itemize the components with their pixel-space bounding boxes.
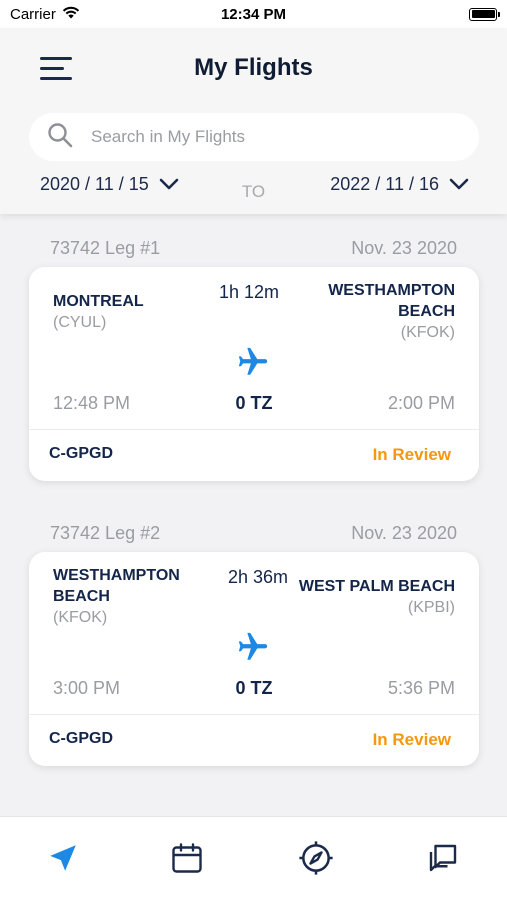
leg-header: 73742 Leg #1 Nov. 23 2020	[50, 238, 457, 262]
card-divider	[29, 714, 479, 715]
origin-code: (CYUL)	[53, 314, 107, 331]
leg-date: Nov. 23 2020	[351, 523, 457, 543]
tab-my-flights[interactable]	[44, 841, 82, 879]
flight-card[interactable]: WESTHAMPTON BEACH (KFOK) 2h 36m WEST PAL…	[29, 552, 479, 766]
tail-number: C-GPGD	[49, 445, 113, 462]
tab-messages[interactable]	[424, 841, 462, 879]
chat-icon	[425, 840, 461, 881]
flight-card[interactable]: MONTREAL (CYUL) 1h 12m WESTHAMPTON BEACH…	[29, 267, 479, 481]
header: My Flights 2020 / 11 / 15 TO 2022 / 11 /…	[0, 28, 507, 214]
status-badge: In Review	[372, 730, 451, 749]
calendar-icon	[169, 840, 205, 881]
search-input[interactable]	[91, 127, 451, 147]
tab-explore[interactable]	[297, 839, 335, 882]
page-title: My Flights	[194, 54, 313, 81]
origin-name: MONTREAL	[53, 293, 144, 310]
flight-duration: 2h 36m	[228, 567, 289, 587]
tail-number: C-GPGD	[49, 730, 113, 747]
leg-header: 73742 Leg #2 Nov. 23 2020	[50, 523, 457, 547]
destination-code: (KFOK)	[400, 324, 455, 341]
navigation-arrow-icon	[46, 841, 80, 880]
airplane-icon	[236, 630, 270, 664]
destination-code: (KPBI)	[407, 599, 455, 616]
tab-bar	[0, 816, 507, 900]
origin-code: (KFOK)	[53, 609, 108, 626]
leg-label: 73742 Leg #1	[50, 238, 161, 258]
search-icon	[47, 122, 73, 153]
flight-duration: 1h 12m	[219, 282, 280, 302]
status-left: Carrier	[10, 6, 80, 23]
search-bar[interactable]	[29, 113, 479, 161]
compass-icon	[297, 839, 335, 882]
origin-name: WESTHAMPTON BEACH	[53, 567, 180, 605]
carrier-label: Carrier	[10, 5, 56, 23]
card-divider	[29, 429, 479, 430]
status-badge: In Review	[372, 445, 451, 464]
arrival-time: 2:00 PM	[387, 393, 455, 413]
chevron-down-icon	[449, 174, 469, 195]
battery-icon	[469, 7, 500, 21]
airplane-icon	[236, 345, 270, 379]
status-bar: Carrier 12:34 PM	[0, 0, 507, 28]
destination-name: WESTHAMPTON BEACH	[328, 282, 455, 320]
date-to-value: 2022 / 11 / 16	[330, 174, 439, 194]
destination-name: WEST PALM BEACH	[298, 578, 455, 595]
date-to-picker[interactable]: 2022 / 11 / 16	[330, 174, 469, 195]
leg-date: Nov. 23 2020	[351, 238, 457, 258]
tab-calendar[interactable]	[168, 841, 206, 879]
leg-label: 73742 Leg #2	[50, 523, 161, 543]
wifi-icon	[62, 6, 80, 23]
flight-list: 73742 Leg #1 Nov. 23 2020 MONTREAL (CYUL…	[0, 214, 507, 816]
arrival-time: 5:36 PM	[387, 678, 455, 698]
date-range: 2020 / 11 / 15 TO 2022 / 11 / 16	[0, 174, 507, 204]
